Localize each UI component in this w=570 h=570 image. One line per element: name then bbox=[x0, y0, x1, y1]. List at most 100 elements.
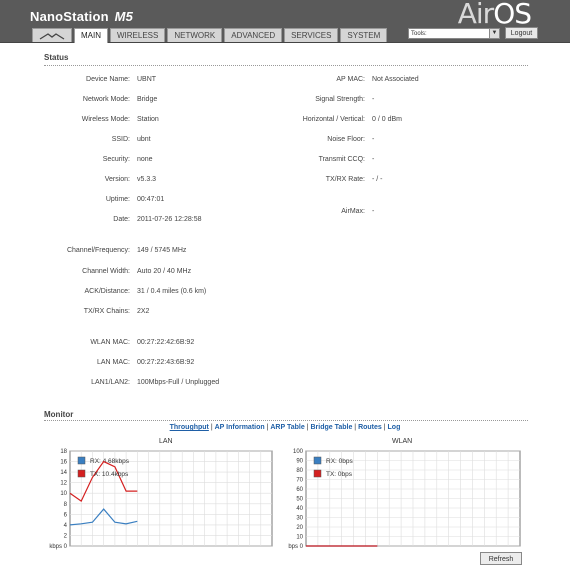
link-arp-table[interactable]: ARP Table bbox=[270, 424, 304, 431]
main-tabs: MAIN WIRELESS NETWORK ADVANCED SERVICES … bbox=[32, 28, 389, 43]
y-tick-label: 30 bbox=[296, 516, 303, 522]
monitor-links: Throughput | AP Information | ARP Table … bbox=[169, 424, 401, 431]
device-brand: NanoStation M5 bbox=[30, 9, 133, 24]
status-value: 149 / 5745 MHz bbox=[137, 247, 187, 254]
legend-swatch bbox=[313, 469, 322, 478]
wlan-throughput-chart: bps 0 10 20 30 40 50 60 70 80 90 100 RX: 0bps TX: 0b… bbox=[288, 449, 521, 550]
y-tick-label: 20 bbox=[296, 525, 303, 531]
status-label: TX/RX Rate: bbox=[325, 176, 365, 183]
legend-label: TX: 0bps bbox=[326, 471, 353, 478]
status-label: Channel Width: bbox=[82, 268, 130, 275]
status-label: Wireless Mode: bbox=[81, 116, 130, 123]
ubiquiti-logo-icon bbox=[39, 33, 65, 40]
y-tick-label: 100 bbox=[293, 449, 304, 455]
y-tick-label: 8 bbox=[64, 502, 68, 508]
status-value: 00:47:01 bbox=[137, 196, 165, 203]
wlan-chart-title: WLAN bbox=[392, 438, 413, 445]
monitor-section-title: Monitor bbox=[44, 410, 74, 419]
y-tick-label: 14 bbox=[60, 470, 67, 476]
status-label: Date: bbox=[113, 216, 130, 223]
status-value: Auto 20 / 40 MHz bbox=[137, 268, 192, 275]
y-tick-label: bps 0 bbox=[288, 544, 303, 550]
tab-advanced[interactable]: ADVANCED bbox=[224, 28, 283, 42]
status-section-title: Status bbox=[44, 53, 69, 62]
legend-label: RX: 0bps bbox=[326, 458, 353, 465]
y-tick-label: 40 bbox=[296, 506, 303, 512]
status-value: none bbox=[137, 156, 153, 163]
status-label: Network Mode: bbox=[82, 96, 130, 103]
status-label: SSID: bbox=[111, 136, 130, 143]
status-label: WLAN MAC: bbox=[90, 339, 130, 346]
y-tick-label: 12 bbox=[60, 481, 67, 487]
link-bridge-table[interactable]: Bridge Table bbox=[310, 424, 352, 431]
y-tick-label: 4 bbox=[64, 523, 68, 529]
lan-throughput-chart: kbps 024681012141618RX: 4.68kbpsTX: 10.4… bbox=[49, 449, 273, 550]
status-label: Horizontal / Vertical: bbox=[302, 116, 365, 123]
legend-swatch bbox=[313, 456, 322, 465]
tools-select-value: Tools: bbox=[411, 31, 427, 37]
y-tick-label: 10 bbox=[60, 491, 67, 497]
lan-chart-title: LAN bbox=[159, 438, 173, 445]
link-ap-information[interactable]: AP Information bbox=[215, 424, 265, 431]
status-value: 2X2 bbox=[137, 308, 150, 315]
legend-swatch bbox=[77, 456, 86, 465]
airos-logo: AirOS™ bbox=[458, 0, 539, 30]
refresh-button[interactable]: Refresh bbox=[480, 552, 522, 565]
status-label: Noise Floor: bbox=[327, 136, 365, 143]
logout-button[interactable]: Logout bbox=[505, 27, 538, 39]
monitor-divider bbox=[44, 420, 528, 421]
status-label: LAN1/LAN2: bbox=[91, 379, 130, 386]
status-value: 100Mbps-Full / Unplugged bbox=[137, 379, 220, 386]
status-label: Security: bbox=[102, 156, 130, 163]
tab-network[interactable]: NETWORK bbox=[167, 28, 223, 42]
y-tick-label: 6 bbox=[64, 512, 68, 518]
status-value: 2011-07-26 12:28:58 bbox=[137, 216, 202, 223]
y-tick-label: 60 bbox=[296, 487, 303, 493]
status-label: LAN MAC: bbox=[96, 359, 130, 366]
status-label: AirMax: bbox=[341, 208, 365, 215]
status-label: Uptime: bbox=[105, 196, 130, 203]
chevron-down-icon[interactable]: ▼ bbox=[489, 29, 499, 38]
link-throughput[interactable]: Throughput bbox=[170, 424, 209, 431]
status-value: UBNT bbox=[137, 76, 157, 83]
status-value: 00:27:22:43:6B:92 bbox=[137, 359, 195, 366]
status-value: Bridge bbox=[137, 96, 158, 103]
status-label: Device Name: bbox=[86, 76, 130, 83]
y-tick-label: 10 bbox=[296, 535, 303, 541]
link-log[interactable]: Log bbox=[388, 424, 401, 431]
y-tick-label: 18 bbox=[60, 449, 67, 455]
status-value: - bbox=[372, 96, 375, 103]
status-value: Station bbox=[137, 116, 159, 123]
legend-swatch bbox=[77, 469, 86, 478]
status-value: 00:27:22:42:6B:92 bbox=[137, 339, 195, 346]
tab-wireless[interactable]: WIRELESS bbox=[110, 28, 166, 42]
status-value: 31 / 0.4 miles (0.6 km) bbox=[137, 288, 207, 295]
status-label: ACK/Distance: bbox=[84, 288, 130, 295]
status-value: - bbox=[372, 136, 375, 143]
airos-logo-os: OS bbox=[493, 0, 532, 30]
status-value: - / - bbox=[372, 176, 383, 183]
status-value: v5.3.3 bbox=[137, 176, 157, 183]
y-tick-label: 16 bbox=[60, 460, 67, 466]
header-bar: NanoStation M5 AirOS™ MAIN WIRELESS NETW… bbox=[0, 0, 570, 43]
y-tick-label: 70 bbox=[296, 478, 303, 484]
link-routes[interactable]: Routes bbox=[358, 424, 382, 431]
y-tick-label: kbps 0 bbox=[49, 544, 67, 550]
y-tick-label: 50 bbox=[296, 497, 303, 503]
tab-main[interactable]: MAIN bbox=[74, 28, 108, 43]
status-divider bbox=[44, 65, 528, 66]
status-value: Not Associated bbox=[372, 76, 419, 83]
status-value: - bbox=[372, 208, 375, 215]
tab-ubiquiti-logo[interactable] bbox=[32, 28, 72, 42]
status-value: ubnt bbox=[137, 136, 151, 143]
tab-system[interactable]: SYSTEM bbox=[340, 28, 388, 42]
y-tick-label: 80 bbox=[296, 468, 303, 474]
status-label: Channel/Frequency: bbox=[66, 247, 130, 254]
status-label: Version: bbox=[104, 176, 130, 183]
tools-select[interactable]: Tools: ▼ bbox=[408, 28, 500, 39]
status-value: - bbox=[372, 156, 375, 163]
status-label: TX/RX Chains: bbox=[83, 308, 130, 315]
tab-services[interactable]: SERVICES bbox=[284, 28, 339, 42]
status-label: Transmit CCQ: bbox=[318, 156, 365, 163]
status-label: AP MAC: bbox=[336, 76, 365, 83]
